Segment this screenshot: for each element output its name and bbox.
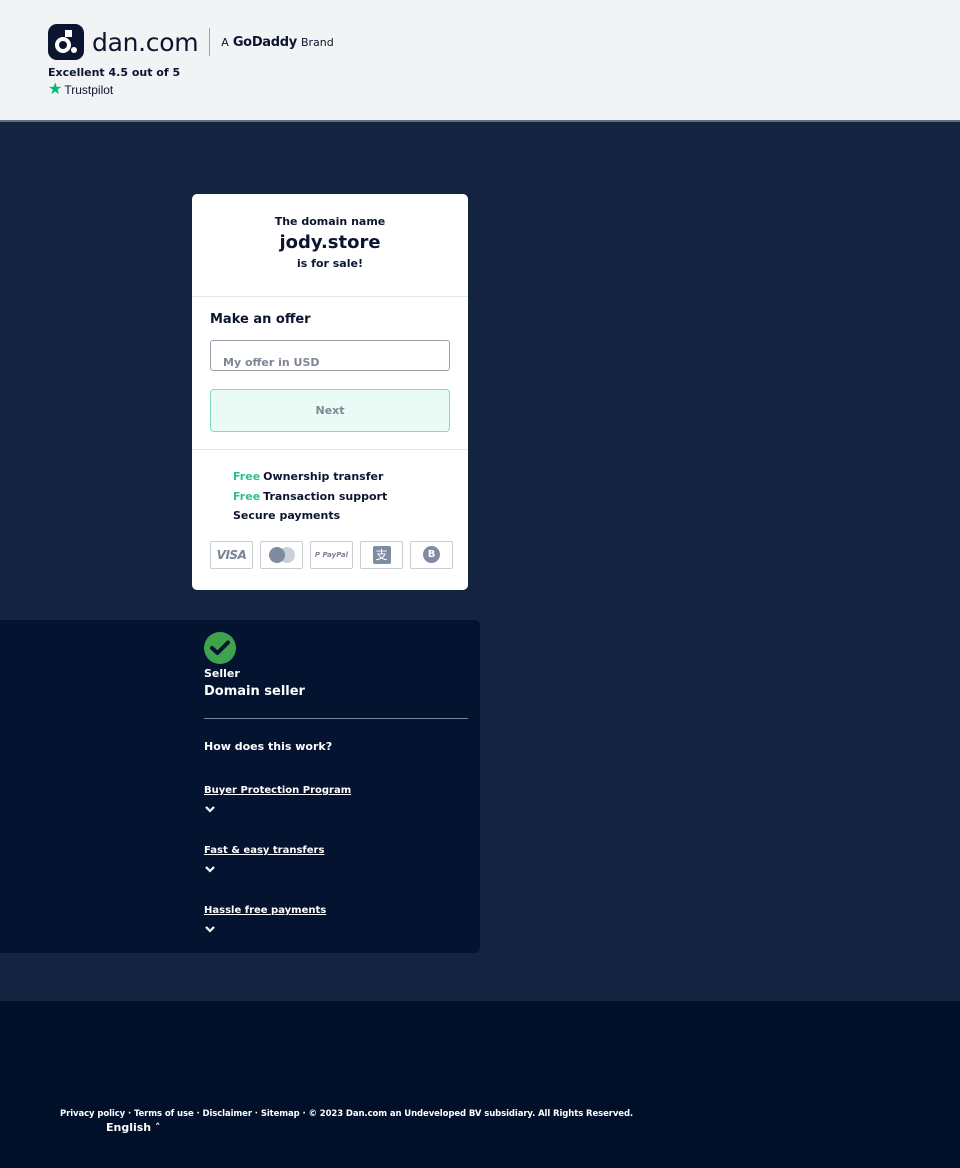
next-button[interactable]: Next xyxy=(210,389,450,432)
payment-methods: VISA P PayPal 支 B xyxy=(192,529,468,569)
offer-input[interactable] xyxy=(210,340,450,371)
seller-info-panel: Seller Domain seller How does this work?… xyxy=(0,620,480,953)
perk-text: Ownership transfer xyxy=(263,470,384,483)
verified-check-icon xyxy=(204,632,236,664)
domain-name: jody.store xyxy=(279,232,381,253)
perk-item: Free Ownership transfer xyxy=(233,470,468,490)
seller-name: Domain seller xyxy=(204,684,305,699)
trustpilot-label: Trustpilot xyxy=(64,83,114,97)
perk-text: Secure payments xyxy=(233,509,341,522)
godaddy-brand: A GoDaddy Brand xyxy=(221,35,333,50)
perk-text: Transaction support xyxy=(263,489,388,503)
separator: · xyxy=(193,1109,203,1119)
chevron-down-icon[interactable] xyxy=(204,804,216,814)
star-icon: ★ xyxy=(48,81,63,98)
divider xyxy=(204,718,468,719)
brand-name: GoDaddy xyxy=(232,34,297,50)
perks-list: Free Ownership transfer Free Transaction s… xyxy=(192,450,468,529)
offer-section: Make an offer Next xyxy=(192,297,468,450)
trustpilot-link[interactable]: ★ Trustpilot xyxy=(48,81,114,98)
faq-link[interactable]: Buyer Protection Program xyxy=(204,785,351,796)
site-header: dan.com A GoDaddy Brand Excellent 4.5 ou… xyxy=(0,0,960,122)
domain-intro: The domain name xyxy=(274,215,386,228)
language-selector[interactable]: English ˄ xyxy=(106,1121,160,1134)
trustpilot-rating: Excellent 4.5 out of 5 xyxy=(48,66,181,79)
disclaimer-link[interactable]: Disclaimer xyxy=(203,1109,253,1119)
copyright: © 2023 Dan.com an Undeveloped BV subsidi… xyxy=(308,1109,634,1119)
logo[interactable]: dan.com A GoDaddy Brand xyxy=(48,24,334,60)
faq-item-payments[interactable]: Hassle free payments xyxy=(204,905,326,934)
perk-item: Free Transaction support xyxy=(233,490,468,510)
for-sale-text: is for sale! xyxy=(297,257,363,270)
seller-label: Seller xyxy=(204,667,240,680)
bitcoin-icon: B xyxy=(410,540,453,569)
privacy-policy-link[interactable]: Privacy policy xyxy=(60,1109,125,1119)
sitemap-link[interactable]: Sitemap xyxy=(261,1109,300,1119)
logo-text: dan.com xyxy=(92,27,199,57)
alipay-icon: 支 xyxy=(360,540,403,569)
chevron-down-icon[interactable] xyxy=(204,864,216,874)
perk-free-tag: Free xyxy=(233,470,261,483)
dan-logo-icon xyxy=(48,24,84,60)
mastercard-icon xyxy=(260,540,303,569)
perk-free-tag: Free xyxy=(233,489,261,503)
faq-item-transfers[interactable]: Fast & easy transfers xyxy=(204,845,324,874)
separator: · xyxy=(125,1109,134,1119)
paypal-icon: P PayPal xyxy=(310,540,353,569)
separator: · xyxy=(299,1109,309,1119)
domain-heading: The domain name jody.store is for sale! xyxy=(192,194,468,297)
offer-title: Make an offer xyxy=(210,312,311,327)
footer-links: Privacy policy · Terms of use · Disclaim… xyxy=(60,1109,633,1119)
site-footer: Privacy policy · Terms of use · Disclaim… xyxy=(0,1001,960,1168)
perk-item: Secure payments xyxy=(233,509,468,529)
language-label: English xyxy=(106,1121,152,1134)
chevron-down-icon[interactable] xyxy=(204,924,216,934)
how-it-works-title: How does this work? xyxy=(204,740,333,753)
brand-suffix: Brand xyxy=(300,35,334,49)
faq-link[interactable]: Hassle free payments xyxy=(204,905,326,916)
logo-divider xyxy=(209,28,211,56)
separator: · xyxy=(251,1109,261,1119)
brand-prefix: A xyxy=(221,35,229,49)
sale-card: The domain name jody.store is for sale! … xyxy=(192,194,468,590)
visa-icon: VISA xyxy=(210,540,253,569)
terms-link[interactable]: Terms of use xyxy=(134,1109,194,1119)
chevron-up-icon: ˄ xyxy=(154,1121,161,1134)
faq-item-buyer-protection[interactable]: Buyer Protection Program xyxy=(204,785,351,814)
faq-link[interactable]: Fast & easy transfers xyxy=(204,845,324,856)
